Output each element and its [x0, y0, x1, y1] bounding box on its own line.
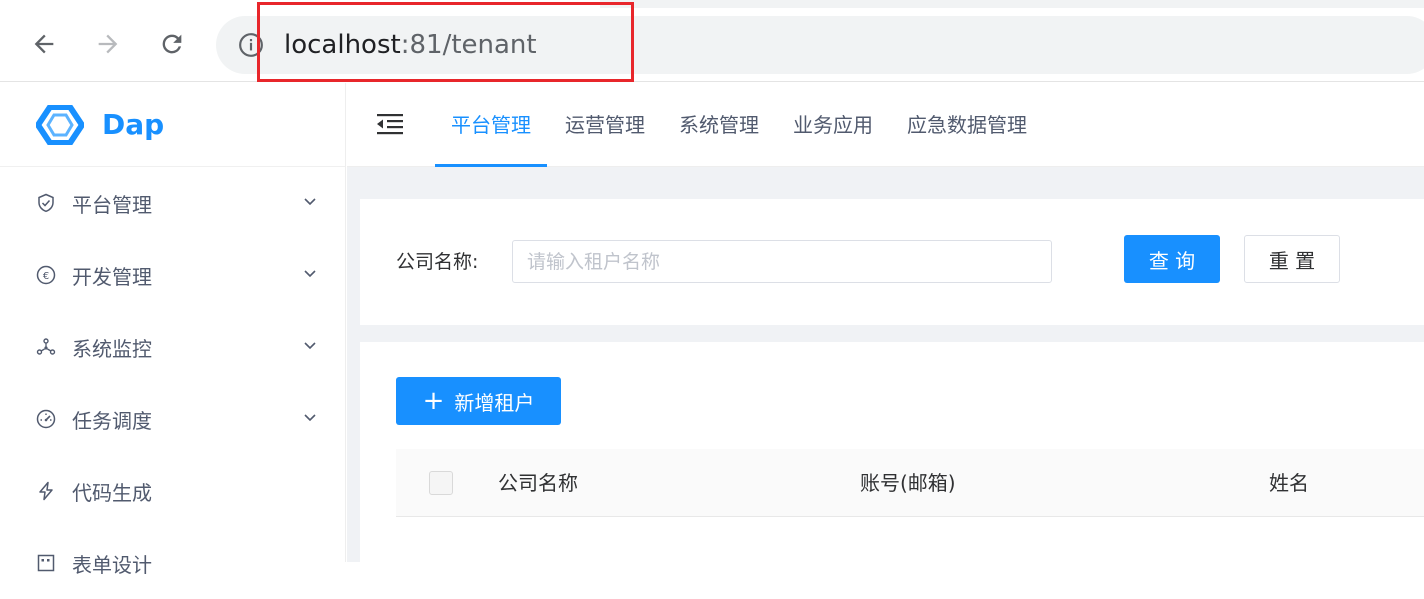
sidebar-item-label: 系统监控 — [72, 336, 152, 361]
tenant-table-card: + 新增租户 公司名称 账号(邮箱) 姓名 — [360, 342, 1424, 562]
menu-fold-icon[interactable] — [375, 109, 405, 139]
sidebar-item-label: 平台管理 — [72, 192, 152, 217]
cluster-icon — [36, 337, 56, 357]
tab-business[interactable]: 业务应用 — [793, 83, 873, 167]
tab-operations[interactable]: 运营管理 — [565, 83, 645, 167]
search-form: 公司名称: 查 询 重 置 — [360, 199, 1424, 325]
forward-button[interactable] — [90, 26, 126, 62]
column-header-account[interactable]: 账号(邮箱) — [860, 449, 956, 517]
form-icon — [36, 553, 56, 573]
column-header-company[interactable]: 公司名称 — [498, 449, 578, 517]
sidebar-item-monitor[interactable]: 系统监控 — [0, 311, 346, 383]
top-header: 平台管理 运营管理 系统管理 业务应用 应急数据管理 — [347, 83, 1424, 167]
sidebar-item-label: 任务调度 — [72, 408, 152, 433]
arrow-right-icon — [98, 34, 118, 54]
euro-circle-icon: € — [36, 265, 56, 285]
tab-platform[interactable]: 平台管理 — [435, 83, 547, 167]
annotation-highlight-box — [257, 2, 634, 82]
sidebar-item-development[interactable]: € 开发管理 — [0, 239, 346, 311]
tab-strip — [600, 0, 1424, 8]
thunderbolt-icon — [36, 481, 56, 501]
chevron-down-icon — [304, 198, 316, 206]
plus-icon: + — [422, 386, 445, 416]
logo[interactable]: Dap — [0, 83, 345, 167]
sidebar-item-label: 代码生成 — [72, 480, 152, 505]
query-button[interactable]: 查 询 — [1124, 235, 1220, 283]
sidebar-item-codegen[interactable]: 代码生成 — [0, 455, 346, 527]
arrow-left-icon — [34, 34, 54, 54]
select-all-checkbox[interactable] — [429, 471, 453, 495]
sidebar-item-platform[interactable]: 平台管理 — [0, 167, 346, 239]
sidebar-item-scheduler[interactable]: 任务调度 — [0, 383, 346, 455]
tab-system[interactable]: 系统管理 — [679, 83, 759, 167]
shield-check-icon — [36, 193, 56, 213]
column-header-name[interactable]: 姓名 — [1269, 449, 1309, 517]
dap-logo-icon — [36, 104, 84, 145]
reload-button[interactable] — [154, 26, 190, 62]
logo-text: Dap — [102, 108, 165, 141]
chevron-down-icon — [304, 342, 316, 350]
sidebar-item-formdesign[interactable]: 表单设计 — [0, 527, 346, 599]
chevron-down-icon — [304, 414, 316, 422]
add-tenant-button[interactable]: + 新增租户 — [396, 377, 561, 425]
table-header: 公司名称 账号(邮箱) 姓名 — [396, 449, 1424, 517]
company-name-label: 公司名称: — [396, 251, 479, 273]
sidebar-item-label: 表单设计 — [72, 552, 152, 577]
add-tenant-label: 新增租户 — [454, 390, 535, 415]
chevron-down-icon — [304, 270, 316, 278]
reset-button[interactable]: 重 置 — [1244, 235, 1340, 283]
main-content: 公司名称: 查 询 重 置 + 新增租户 公司名称 账号(邮箱) 姓名 — [347, 167, 1424, 562]
sidebar-item-label: 开发管理 — [72, 264, 152, 289]
back-button[interactable] — [26, 26, 62, 62]
dashboard-gauge-icon — [36, 409, 56, 429]
sidebar: Dap 平台管理 € 开发管理 系统监控 任务调度 代码生成 表单设计 — [0, 83, 346, 577]
company-name-input[interactable] — [512, 240, 1052, 283]
reload-icon — [162, 34, 182, 54]
tab-emergency-data[interactable]: 应急数据管理 — [907, 83, 1027, 167]
browser-toolbar: localhost:81/tenant — [0, 0, 1424, 82]
svg-text:€: € — [43, 271, 49, 282]
